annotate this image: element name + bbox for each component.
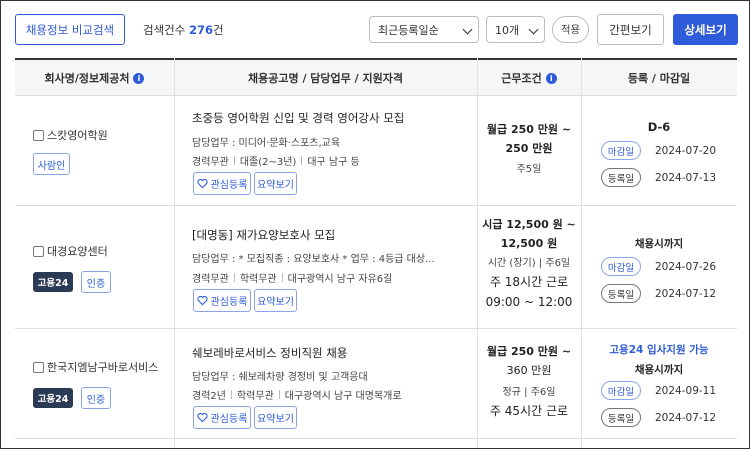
registered-badge: 등록일	[601, 168, 641, 187]
result-count: 검색건수 276건	[143, 23, 224, 37]
deadline-line: 마감일 2024-09-11	[601, 381, 716, 400]
job-conditions: 경력무관 학력무관 대구광역시 남구 자유6길	[192, 273, 393, 285]
registered-date: 2024-07-13	[655, 171, 717, 184]
heart-icon	[196, 295, 208, 306]
job-conditions: 경력2년 학력무관 대구광역시 남구 대명복개로	[192, 390, 402, 402]
registered-badge: 등록일	[601, 284, 641, 303]
company-name[interactable]: 대경요양센터	[33, 243, 108, 259]
certified-badge[interactable]: 인증	[81, 387, 111, 409]
page-size-select[interactable]: 10개	[486, 16, 545, 43]
deadline-date: 2024-09-11	[655, 384, 717, 397]
row-checkbox[interactable]	[33, 129, 44, 141]
deadline-date: 2024-07-20	[655, 144, 717, 157]
header-dates: 등록 / 마감일	[627, 72, 691, 85]
job-duty: 담당업무 : * 모집직종 : 요양보호사 * 업무 : 4등급 대상...	[192, 254, 435, 265]
deadline-badge: 마감일	[601, 141, 641, 160]
job-title[interactable]: 쉐보레바로서비스 정비직원 채용	[192, 345, 347, 361]
d-day: D-6	[647, 120, 671, 134]
registered-line: 등록일 2024-07-12	[601, 284, 716, 303]
certified-badge[interactable]: 인증	[81, 271, 111, 293]
source-tag-goyong24[interactable]: 고용24	[33, 272, 73, 292]
sort-select[interactable]: 최근등록일순	[369, 16, 479, 43]
work-conditions: 월급 250 만원 ~ 360 만원 정규 | 주6일 주 45시간 근로	[486, 345, 572, 418]
job-search-results: 채용정보 비교검색 검색건수 276건 최근등록일순 10개 적용 간편보기 상…	[0, 0, 750, 449]
deadline-date: 2024-07-26	[655, 260, 717, 273]
company-name[interactable]: 스캇영어학원	[33, 127, 108, 143]
job-duty: 담당업무 : 미디어·문화·스포츠,교육	[192, 138, 341, 149]
simple-view-button[interactable]: 간편보기	[597, 14, 664, 45]
registered-line: 등록일 2024-07-13	[601, 168, 716, 187]
chevron-down-icon	[462, 24, 473, 35]
header-work: 근무조건 i	[477, 60, 581, 96]
table-row: 한국지엠남구바로서비스 고용24 인증 쉐보레바로서비스 정비직원 채용 담당업…	[15, 329, 737, 439]
work-conditions: 시급 12,500 원 ~ 12,500 원 시간 (장기) | 주6일 주 1…	[482, 218, 576, 309]
job-title[interactable]: 초중등 영어학원 신입 및 경력 영어강사 모집	[192, 110, 404, 126]
header-job: 채용공고명 / 담당업무 / 지원자격	[248, 72, 403, 85]
table-header: 회사명/정보제공처 i 채용공고명 / 담당업무 / 지원자격 근무조건 i 등록 …	[15, 58, 737, 96]
results-table: 회사명/정보제공처 i 채용공고명 / 담당업무 / 지원자격 근무조건 i 등록 …	[15, 58, 737, 448]
registered-date: 2024-07-12	[655, 411, 717, 424]
source-tag-goyong24[interactable]: 고용24	[33, 388, 73, 408]
results-toolbar: 채용정보 비교검색 검색건수 276건 최근등록일순 10개 적용 간편보기 상…	[1, 1, 749, 59]
heart-icon	[196, 178, 208, 189]
summary-button[interactable]: 요약보기	[254, 289, 297, 312]
favorite-button[interactable]: 관심등록	[193, 406, 251, 429]
job-actions: 관심등록 요약보기	[193, 172, 297, 195]
deadline-badge: 마감일	[601, 381, 641, 400]
favorite-button[interactable]: 관심등록	[193, 172, 251, 195]
header-company: 회사명/정보제공처 i	[15, 60, 174, 96]
job-conditions: 경력무관 대졸(2~3년) 대구 남구 등	[192, 156, 360, 168]
registered-date: 2024-07-12	[655, 287, 717, 300]
registered-line: 등록일 2024-07-12	[601, 408, 716, 427]
result-count-number: 276	[188, 23, 213, 37]
detail-view-button[interactable]: 상세보기	[673, 14, 738, 45]
chevron-down-icon	[528, 24, 539, 35]
apply-button[interactable]: 적용	[552, 16, 589, 43]
deadline-line: 마감일 2024-07-26	[601, 257, 716, 276]
compare-search-button[interactable]: 채용정보 비교검색	[15, 14, 125, 45]
info-icon[interactable]: i	[133, 72, 145, 84]
d-day: 채용시까지	[634, 364, 684, 376]
row-checkbox[interactable]	[33, 245, 44, 257]
table-row: 스캇영어학원 사람인 초중등 영어학원 신입 및 경력 영어강사 모집 담당업무…	[15, 96, 737, 206]
job-title[interactable]: [대명동] 재가요양보호사 모집	[192, 227, 335, 243]
d-day: 채용시까지	[634, 238, 684, 250]
favorite-button[interactable]: 관심등록	[193, 289, 251, 312]
source-tag-saramin[interactable]: 사람인	[33, 153, 70, 175]
heart-icon	[196, 412, 208, 423]
summary-button[interactable]: 요약보기	[254, 406, 297, 429]
job-duty: 담당업무 : 쉐보레차량 경정비 및 고객응대	[192, 372, 368, 383]
registered-badge: 등록일	[601, 408, 641, 427]
apply-support-link[interactable]: 고용24 입사지원 가능	[581, 342, 737, 357]
table-row: 대경요양센터 고용24 인증 [대명동] 재가요양보호사 모집 담당업무 : *…	[15, 206, 737, 329]
company-name[interactable]: 한국지엠남구바로서비스	[33, 359, 158, 375]
deadline-badge: 마감일	[601, 257, 641, 276]
deadline-line: 마감일 2024-07-20	[601, 141, 716, 160]
summary-button[interactable]: 요약보기	[254, 172, 297, 195]
info-icon[interactable]: i	[545, 72, 557, 84]
job-actions: 관심등록 요약보기	[193, 289, 297, 312]
row-checkbox[interactable]	[33, 361, 44, 373]
work-conditions: 월급 250 만원 ~ 250 만원 주5일	[486, 123, 572, 175]
job-actions: 관심등록 요약보기	[193, 406, 297, 429]
